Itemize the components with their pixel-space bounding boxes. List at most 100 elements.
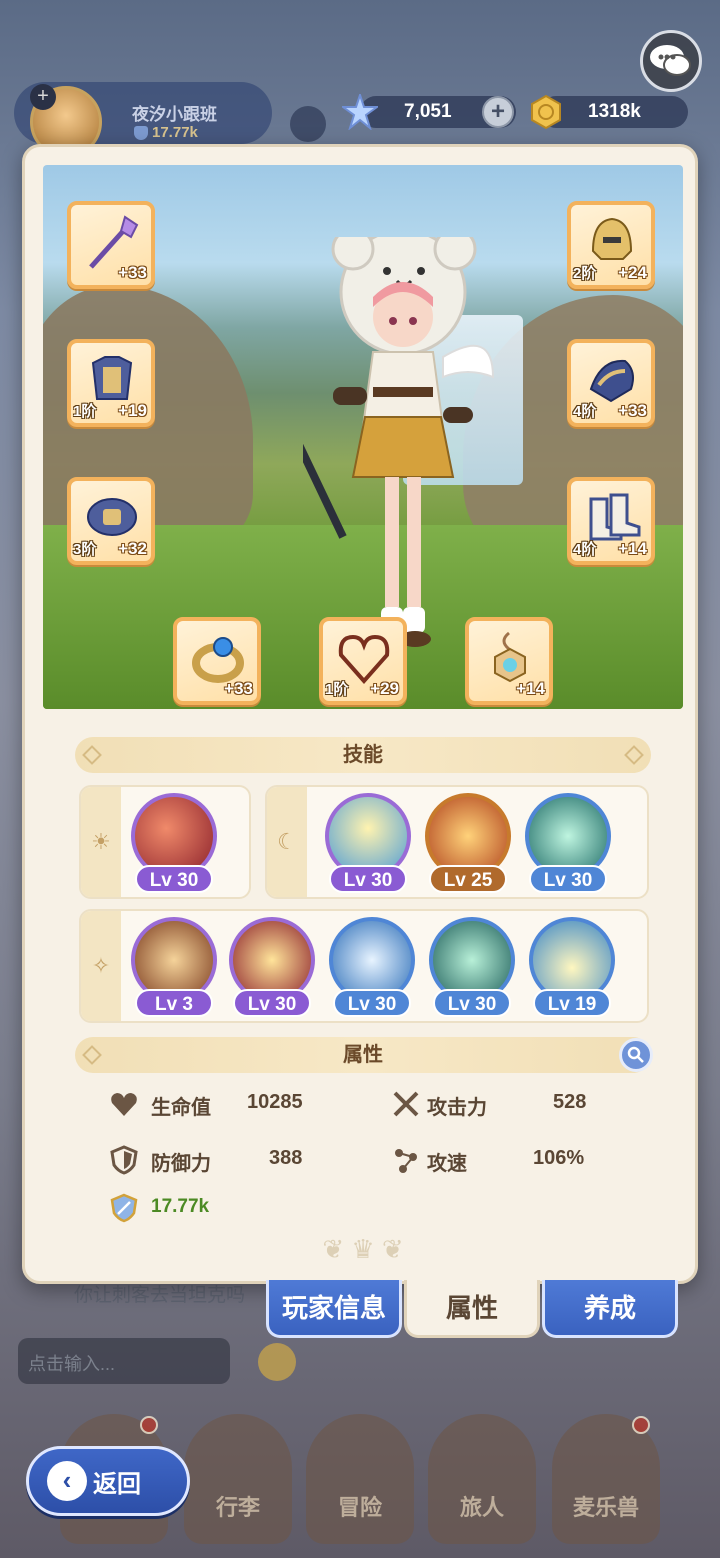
notification-dot (140, 1416, 158, 1434)
gold-coin-icon (531, 94, 561, 130)
tab-player-info[interactable]: 玩家信息 (266, 1280, 402, 1338)
battle-power-value: 17.77k (151, 1196, 210, 1217)
chat-input[interactable]: 点击输入... (18, 1338, 230, 1384)
ornament-diamond-icon (624, 745, 644, 765)
equip-slot-gloves[interactable]: 4阶 +33 (567, 339, 655, 427)
equip-slot-amulet[interactable]: +14 (465, 617, 553, 705)
attributes-header: 属性 (75, 1037, 653, 1073)
skill-slot[interactable]: Lv 30 (323, 791, 413, 895)
paw-icon[interactable] (290, 106, 326, 142)
hp-label: 生命值 (151, 1097, 211, 1119)
equip-slot-armor[interactable]: 1阶 +19 (67, 339, 155, 427)
emoji-icon[interactable] (258, 1343, 296, 1381)
equip-slot-staff[interactable]: +33 (67, 201, 155, 289)
skill-slot[interactable]: Lv 30 (129, 791, 219, 895)
ornament-diamond-icon (82, 1045, 102, 1065)
skills-header: 技能 (75, 737, 651, 773)
enhance-level: +19 (118, 401, 147, 420)
tier-label: 4阶 (573, 403, 597, 420)
attribute-detail-button[interactable] (619, 1038, 653, 1072)
gold-amount: 1318k (588, 101, 641, 122)
nav-label-bag: 行李 (215, 1495, 260, 1520)
gem-amount: 7,051 (404, 101, 452, 122)
equip-slot-belt[interactable]: 3阶 +32 (67, 477, 155, 565)
nav-label-adventure: 冒险 (337, 1495, 382, 1520)
skill-slot[interactable]: Lv 19 (527, 915, 617, 1019)
moon-icon: ☾ (267, 787, 307, 897)
skill-slot[interactable]: Lv 3 (129, 915, 219, 1019)
notification-dot (632, 1416, 650, 1434)
skill-slot[interactable]: Lv 30 (327, 915, 417, 1019)
enhance-level: +33 (618, 401, 647, 420)
skill-slot[interactable]: Lv 30 (523, 791, 613, 895)
nav-item-bag[interactable]: 行李 (184, 1414, 292, 1544)
ornament-diamond-icon (82, 745, 102, 765)
tab-attributes[interactable]: 属性 (404, 1280, 540, 1338)
tier-label: 1阶 (325, 681, 349, 698)
back-label: 返回 (93, 1470, 141, 1498)
attributes-title: 属性 (343, 1044, 383, 1066)
enhance-level: +14 (516, 679, 545, 698)
skill-level: Lv 30 (529, 865, 607, 893)
skill-level: Lv 30 (233, 989, 311, 1017)
back-arrow-icon: ‹ (47, 1461, 87, 1501)
equip-slot-helmet[interactable]: 2阶 +24 (567, 201, 655, 289)
character-panel: +33 2阶 +24 1阶 +19 4阶 +33 3阶 +32 4阶 +14 +… (22, 144, 698, 1284)
chat-button[interactable] (640, 30, 702, 92)
tier-label: 2阶 (573, 265, 597, 282)
player-name: 夜汐小跟班 (132, 105, 217, 124)
enhance-level: +32 (118, 539, 147, 558)
atk-label: 攻击力 (427, 1097, 487, 1119)
atk-value: 528 (553, 1091, 587, 1113)
magnifier-icon (627, 1046, 644, 1063)
equip-slot-ring[interactable]: +33 (173, 617, 261, 705)
skill-level: Lv 25 (429, 865, 507, 893)
player-power: 17.77k (152, 124, 198, 141)
skill-level: Lv 30 (329, 865, 407, 893)
tier-label: 3阶 (73, 541, 97, 558)
add-friend-icon[interactable]: + (30, 84, 56, 110)
skill-level: Lv 3 (135, 989, 213, 1017)
sun-icon: ☀ (81, 787, 121, 897)
skill-level: Lv 19 (533, 989, 611, 1017)
skill-group-moon: ☾ Lv 30 Lv 25 Lv 30 (265, 785, 649, 899)
skill-slot[interactable]: Lv 25 (423, 791, 513, 895)
tier-label: 1阶 (73, 403, 97, 420)
skill-level: Lv 30 (333, 989, 411, 1017)
chat-bubble-icon (650, 45, 691, 76)
skill-group-star: ✧ Lv 3 Lv 30 Lv 30 Lv 30 Lv 19 (79, 909, 649, 1023)
spd-label: 攻速 (427, 1153, 467, 1175)
chat-message: 你让刺客去当坦克吗 (74, 1285, 246, 1306)
nav-label-traveler: 旅人 (459, 1495, 504, 1520)
panel-ornament-icon: ❦ ♛ ❦ (322, 1234, 404, 1264)
nav-label-pet: 麦乐兽 (572, 1495, 639, 1520)
def-label: 防御力 (151, 1153, 211, 1175)
power-shield-icon (134, 126, 148, 140)
def-value: 388 (269, 1147, 303, 1169)
gem-icon (342, 94, 378, 130)
tier-label: 4阶 (573, 541, 597, 558)
add-gems-button[interactable]: + (482, 96, 514, 128)
nav-item-adventure[interactable]: 冒险 (306, 1414, 414, 1544)
skill-group-sun: ☀ Lv 30 (79, 785, 251, 899)
enhance-level: +29 (370, 679, 399, 698)
tab-cultivate[interactable]: 养成 (542, 1280, 678, 1338)
enhance-level: +33 (224, 679, 253, 698)
shield-icon (110, 1145, 138, 1175)
hp-value: 10285 (247, 1091, 303, 1113)
crossed-swords-icon (393, 1091, 419, 1117)
heart-icon (111, 1093, 137, 1116)
equip-slot-boots[interactable]: 4阶 +14 (567, 477, 655, 565)
enhance-level: +33 (118, 263, 147, 282)
star-icon: ✧ (81, 911, 121, 1021)
skill-slot[interactable]: Lv 30 (227, 915, 317, 1019)
nav-item-pet[interactable]: 麦乐兽 (552, 1414, 660, 1544)
equip-slot-necklace[interactable]: 1阶 +29 (319, 617, 407, 705)
back-button[interactable]: ‹ 返回 (26, 1446, 190, 1516)
skill-slot[interactable]: Lv 30 (427, 915, 517, 1019)
nav-item-traveler[interactable]: 旅人 (428, 1414, 536, 1544)
enhance-level: +24 (618, 263, 647, 282)
skills-title: 技能 (343, 744, 383, 766)
spd-value: 106% (533, 1147, 585, 1169)
enhance-level: +14 (618, 539, 647, 558)
